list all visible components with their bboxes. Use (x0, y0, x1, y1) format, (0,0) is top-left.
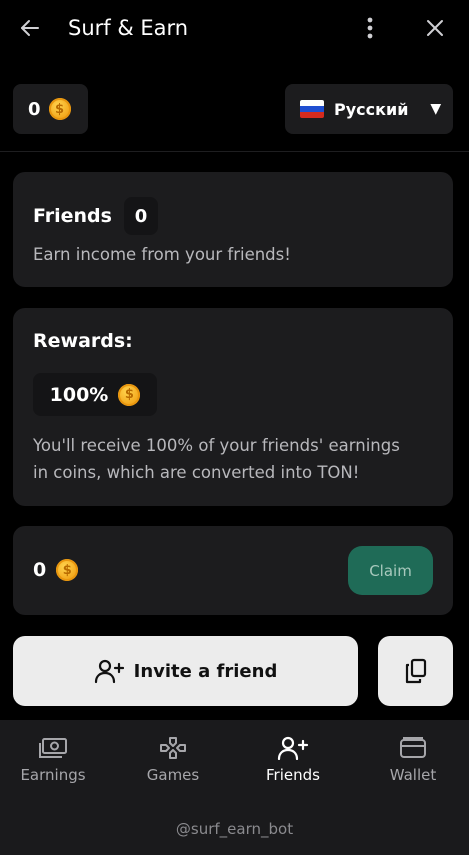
friends-title: Friends (33, 205, 112, 227)
language-select[interactable]: Русский ▼ (285, 84, 453, 134)
rewards-line-1: You'll receive 100% of your friends' ear… (33, 436, 400, 455)
nav-item-games[interactable]: Games (118, 736, 228, 784)
claim-amount: 0 (33, 559, 47, 581)
nav-label-friends: Friends (266, 766, 320, 784)
triangle-down-icon: ▼ (430, 101, 442, 117)
friends-count-badge: 0 (123, 197, 158, 235)
nav-item-earnings[interactable]: Earnings (0, 736, 108, 784)
more-vertical-icon (367, 17, 373, 39)
close-button[interactable] (419, 12, 451, 44)
russia-flag-icon (300, 100, 324, 118)
nav-label-earnings: Earnings (20, 766, 86, 784)
nav-item-wallet[interactable]: Wallet (358, 736, 468, 784)
nav-label-wallet: Wallet (389, 766, 437, 784)
coin-icon: $ (48, 98, 71, 120)
invite-friend-button[interactable]: Invite a friend (13, 636, 358, 706)
close-icon (427, 20, 443, 36)
copy-icon (405, 658, 426, 684)
invite-label: Invite a friend (133, 660, 278, 682)
more-menu-button[interactable] (354, 12, 386, 44)
friends-count: 0 (134, 205, 148, 227)
rewards-line-2: in coins, which are converted into TON! (33, 463, 360, 482)
balance-value: 0 (28, 98, 41, 120)
nav-item-friends[interactable]: Friends (238, 736, 348, 784)
rewards-percent: 100% (49, 383, 109, 406)
claim-button[interactable]: Claim (348, 546, 433, 595)
rewards-title: Rewards: (33, 330, 133, 352)
banknote-icon (39, 738, 67, 758)
header-divider (0, 151, 469, 152)
nav-label-games: Games (146, 766, 200, 784)
coin-icon: $ (56, 559, 79, 581)
friends-card: Friends 0 Earn income from your friends! (13, 172, 453, 287)
claim-card: 0 $ Claim (13, 526, 453, 615)
balance-pill: 0 $ (13, 84, 88, 134)
language-label: Русский (334, 99, 409, 119)
coin-icon: $ (118, 383, 141, 406)
user-plus-icon (277, 736, 309, 760)
user-plus-icon (94, 659, 124, 684)
bot-handle: @surf_earn_bot (175, 820, 294, 838)
friends-description: Earn income from your friends! (33, 245, 291, 264)
arrow-left-icon (21, 20, 39, 36)
back-button[interactable] (14, 12, 46, 44)
gamepad-icon (160, 737, 186, 759)
page-title: Surf & Earn (68, 16, 189, 40)
rewards-card: Rewards: 100% $ You'll receive 100% of y… (13, 308, 453, 506)
rewards-percent-chip: 100% $ (33, 373, 157, 416)
rewards-description: You'll receive 100% of your friends' ear… (33, 432, 443, 486)
copy-link-button[interactable] (378, 636, 453, 706)
wallet-icon (400, 737, 426, 758)
